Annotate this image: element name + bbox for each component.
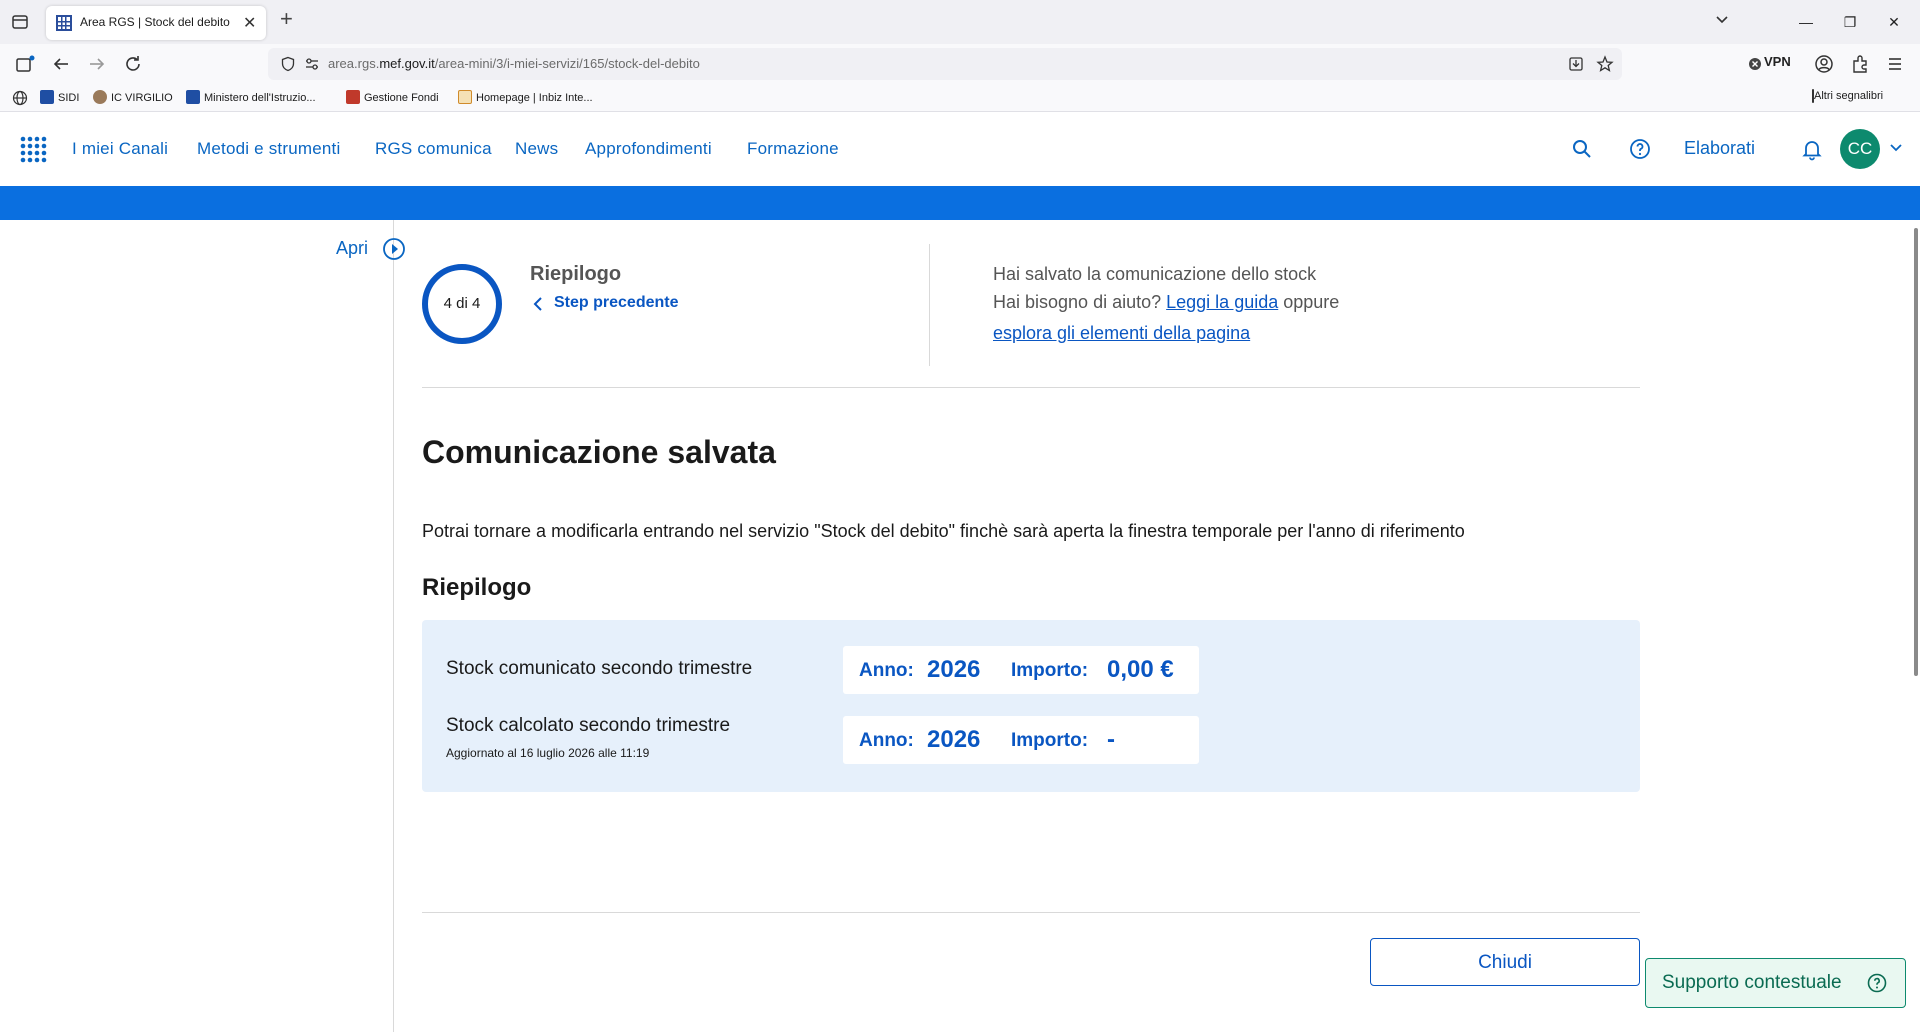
anno-label: Anno:	[859, 730, 914, 751]
vpn-off-icon	[1749, 58, 1761, 70]
summary-row-label: Stock comunicato secondo trimestre	[446, 658, 753, 679]
summary-value-card: Anno: 2026 Importo: 0,00 €	[843, 646, 1199, 694]
search-icon[interactable]	[1570, 137, 1594, 161]
chevron-down-icon[interactable]	[1888, 140, 1904, 156]
minimize-icon[interactable]: —	[1786, 8, 1826, 36]
anno-value: 2026	[927, 726, 981, 753]
help-text: Hai bisogno di aiuto? Leggi la guida opp…	[993, 292, 1340, 312]
url-text: area.rgs.mef.gov.it/area-mini/3/i-miei-s…	[328, 56, 700, 71]
window-close-icon[interactable]: ✕	[1874, 8, 1914, 36]
help-icon	[1867, 973, 1887, 993]
step-title: Riepilogo	[530, 263, 622, 285]
step-progress-ring: 4 di 4	[422, 264, 502, 344]
summary-box: Stock comunicato secondo trimestre Anno:…	[422, 620, 1640, 792]
explore-text: esplora gli elementi della pagina	[993, 323, 1250, 344]
summary-value-card: Anno: 2026 Importo: -	[843, 716, 1199, 764]
page-scrollbar[interactable]	[1914, 228, 1918, 676]
shield-icon[interactable]	[280, 56, 296, 72]
inbiz-icon	[458, 90, 472, 104]
bookmarks-bar: SIDI IC VIRGILIO Ministero dell'Istruzio…	[0, 84, 1920, 112]
summary-section-title: Riepilogo	[422, 574, 532, 601]
restore-icon[interactable]: ❐	[1830, 8, 1870, 36]
importo-value: -	[1107, 726, 1115, 753]
other-bookmarks[interactable]: Altri segnalibri	[1812, 89, 1883, 103]
site-header: I miei Canali Metodi e strumenti RGS com…	[0, 112, 1920, 186]
importo-value: 0,00 €	[1107, 656, 1174, 683]
nav-approfondimenti[interactable]: Approfondimenti	[585, 139, 712, 159]
bottom-separator	[422, 912, 1640, 913]
importo-label: Importo:	[1011, 730, 1089, 751]
saved-info-text: Hai salvato la comunicazione dello stock	[993, 264, 1317, 284]
address-bar[interactable]: area.rgs.mef.gov.it/area-mini/3/i-miei-s…	[268, 48, 1622, 80]
bookmark-star-icon[interactable]	[1596, 55, 1614, 73]
sidebar-open-link[interactable]: Apri	[336, 238, 368, 259]
explore-elements-link[interactable]: esplora gli elementi della pagina	[993, 323, 1250, 343]
ministero-icon	[186, 90, 200, 104]
help-icon[interactable]	[1628, 137, 1652, 161]
tab-list-icon[interactable]	[10, 12, 30, 32]
anno-value: 2026	[927, 656, 981, 683]
chevron-down-icon[interactable]	[1712, 10, 1732, 30]
user-avatar[interactable]: CC	[1840, 129, 1880, 169]
bookmark-gestione-fondi[interactable]: Gestione Fondi	[346, 90, 439, 104]
page-header-band	[0, 186, 1920, 220]
rgs-favicon-icon	[56, 15, 72, 31]
nav-rgs-comunica[interactable]: RGS comunica	[375, 139, 492, 159]
guide-link[interactable]: Leggi la guida	[1166, 292, 1278, 312]
new-tab-icon[interactable]: +	[280, 8, 293, 30]
back-arrow-icon[interactable]	[50, 53, 72, 75]
tab-close-icon[interactable]: ✕	[243, 13, 256, 33]
vpn-button[interactable]: VPN	[1764, 54, 1791, 69]
save-page-icon[interactable]	[1568, 56, 1584, 72]
vertical-separator	[929, 244, 930, 366]
tab-title: Area RGS | Stock del debito	[80, 15, 230, 29]
summary-row-label: Stock calcolato secondo trimestre	[446, 715, 731, 736]
elaborati-link[interactable]: Elaborati	[1684, 138, 1755, 159]
browser-tab-active[interactable]: Area RGS | Stock del debito ✕	[46, 6, 266, 40]
nav-i-miei-canali[interactable]: I miei Canali	[72, 139, 168, 159]
page-description: Potrai tornare a modificarla entrando ne…	[422, 521, 1465, 541]
close-button[interactable]: Chiudi	[1370, 938, 1640, 986]
browser-tab-bar: Area RGS | Stock del debito ✕ + — ❐ ✕	[0, 0, 1920, 44]
bookmark-ministero[interactable]: Ministero dell'Istruzio...	[186, 90, 316, 104]
gestione-fondi-icon	[346, 90, 360, 104]
bookmark-inbiz[interactable]: Homepage | Inbiz Inte...	[458, 90, 593, 104]
menu-icon[interactable]	[1884, 53, 1906, 75]
nav-news[interactable]: News	[515, 139, 558, 159]
reload-icon[interactable]	[122, 53, 144, 75]
permissions-icon[interactable]	[304, 56, 320, 72]
sidebar-divider	[393, 220, 394, 1032]
contextual-support-button[interactable]: Supporto contestuale	[1645, 958, 1906, 1008]
account-icon[interactable]	[1813, 53, 1835, 75]
bell-icon[interactable]	[1800, 137, 1824, 161]
forward-arrow-icon[interactable]	[86, 53, 108, 75]
bookmark-sidi[interactable]: SIDI	[40, 90, 79, 104]
app-launcher-grid-icon[interactable]	[18, 134, 48, 164]
updated-timestamp: Aggiornato al 16 luglio 2026 alle 11:19	[446, 746, 650, 760]
anno-label: Anno:	[859, 660, 914, 681]
nav-metodi-e-strumenti[interactable]: Metodi e strumenti	[197, 139, 340, 159]
chevron-left-icon	[533, 297, 542, 311]
sidi-icon	[40, 90, 54, 104]
importo-label: Importo:	[1011, 660, 1089, 681]
extensions-icon[interactable]	[1849, 53, 1871, 75]
globe-icon[interactable]	[12, 90, 28, 106]
browser-nav-bar: area.rgs.mef.gov.it/area-mini/3/i-miei-s…	[0, 44, 1920, 84]
top-separator	[422, 387, 1640, 388]
nav-formazione[interactable]: Formazione	[747, 139, 839, 159]
play-circle-icon[interactable]	[382, 237, 406, 261]
page-title: Comunicazione salvata	[422, 434, 776, 470]
step-progress-text: 4 di 4	[443, 295, 481, 312]
ic-virgilio-icon	[93, 90, 107, 104]
sidebar-toggle-icon[interactable]	[14, 53, 36, 75]
bookmark-ic-virgilio[interactable]: IC VIRGILIO	[93, 90, 173, 104]
